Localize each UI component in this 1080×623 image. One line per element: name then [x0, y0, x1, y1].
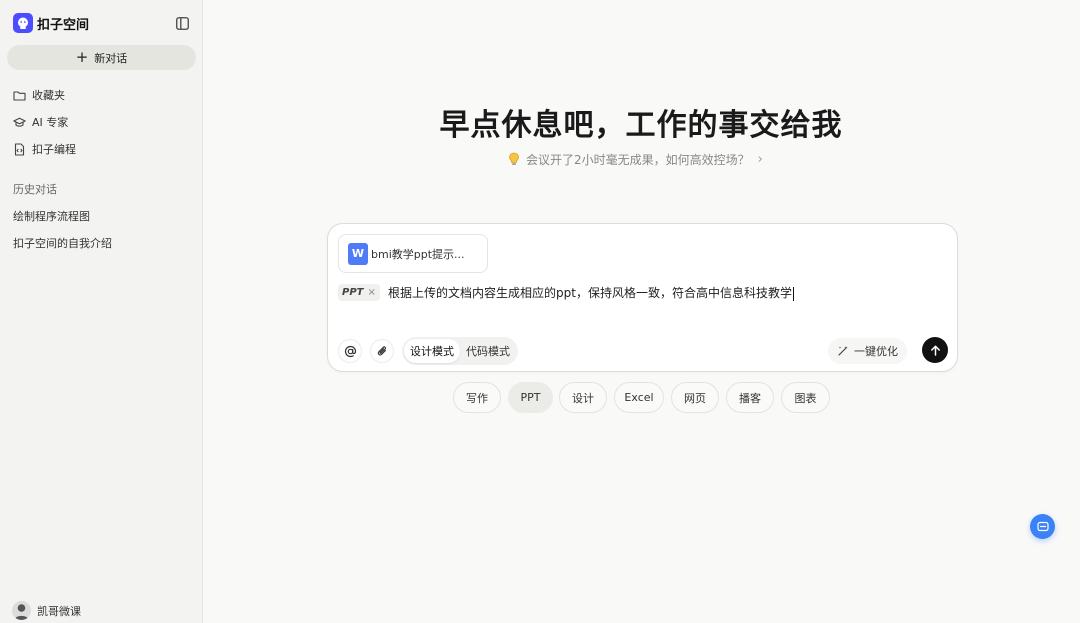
user-profile[interactable]: 凯哥微课: [12, 601, 81, 620]
chip-podcast[interactable]: 播客: [726, 382, 774, 413]
chevron-right-icon: ›: [757, 151, 763, 167]
paperclip-icon: [377, 345, 386, 356]
composer: W bmi教学ppt提示... PPT × 根据上传的文档内容生成相应的ppt，…: [327, 223, 958, 372]
chip-design[interactable]: 设计: [559, 382, 607, 413]
at-icon: [344, 345, 356, 357]
history-item[interactable]: 扣子空间的自我介绍: [13, 235, 112, 251]
page-title: 早点休息吧，工作的事交给我: [439, 108, 843, 143]
send-button[interactable]: [922, 337, 948, 363]
attachment-chip[interactable]: W bmi教学ppt提示...: [338, 234, 488, 273]
new-chat-button[interactable]: + 新对话: [7, 45, 196, 70]
sidebar-toggle-icon[interactable]: [176, 15, 191, 30]
history-section-title: 历史对话: [13, 183, 57, 196]
optimize-button[interactable]: 一键优化: [828, 338, 907, 364]
app-logo-icon: [13, 13, 33, 33]
magic-wand-icon: [838, 346, 848, 356]
folder-icon: [13, 90, 26, 101]
new-chat-label: 新对话: [94, 51, 128, 65]
prompt-input[interactable]: 根据上传的文档内容生成相应的ppt，保持风格一致，符合高中信息科技教学: [388, 284, 794, 301]
avatar: [12, 601, 31, 620]
app-name: 扣子空间: [37, 17, 90, 33]
sidebar-item-favorites[interactable]: 收藏夹: [13, 87, 65, 103]
design-mode-button[interactable]: 设计模式: [404, 339, 460, 363]
chip-ppt[interactable]: PPT: [508, 382, 553, 413]
optimize-label: 一键优化: [854, 345, 898, 358]
mode-toggle: 设计模式 代码模式: [402, 337, 518, 365]
prompt-text: 根据上传的文档内容生成相应的ppt，保持风格一致，符合高中信息科技教学: [388, 286, 792, 300]
word-file-icon: W: [348, 242, 368, 265]
feedback-button[interactable]: [1030, 514, 1055, 539]
sidebar-item-label: AI 专家: [32, 116, 69, 129]
chip-webpage[interactable]: 网页: [671, 382, 719, 413]
history-item[interactable]: 绘制程序流程图: [13, 208, 90, 224]
sidebar-item-coze-coding[interactable]: 扣子编程: [13, 141, 76, 157]
code-file-icon: [14, 142, 25, 156]
sidebar-item-label: 扣子编程: [32, 143, 76, 156]
text-caret: [792, 286, 794, 301]
code-mode-button[interactable]: 代码模式: [460, 339, 516, 363]
chip-excel[interactable]: Excel: [614, 382, 664, 413]
chip-chart[interactable]: 图表: [781, 382, 830, 413]
skill-tag-label: PPT: [342, 287, 364, 298]
chip-writing[interactable]: 写作: [453, 382, 501, 413]
chat-icon: [1036, 521, 1049, 531]
skill-tag: PPT ×: [338, 284, 380, 301]
mention-button[interactable]: [338, 339, 362, 363]
attachment-name: bmi教学ppt提示...: [371, 247, 465, 261]
plus-icon: +: [75, 48, 89, 66]
brand[interactable]: 扣子空间: [13, 12, 89, 34]
user-name: 凯哥微课: [37, 604, 81, 618]
remove-tag-icon[interactable]: ×: [367, 287, 375, 298]
suggestion-prompt[interactable]: 会议开了2小时毫无成果，如何高效控场？ ›: [508, 150, 763, 168]
graduation-cap-icon: [13, 117, 26, 127]
sidebar: 扣子空间 + 新对话 收藏夹 AI 专家 扣子编程 历史对话 绘制程序流程图 扣…: [0, 0, 203, 623]
suggestion-text: 会议开了2小时毫无成果，如何高效控场？: [526, 152, 750, 167]
sidebar-item-label: 收藏夹: [32, 89, 65, 102]
sidebar-item-ai-experts[interactable]: AI 专家: [13, 114, 68, 130]
lightbulb-icon: [509, 152, 519, 165]
arrow-up-icon: [930, 345, 940, 356]
attach-file-button[interactable]: [370, 339, 394, 363]
